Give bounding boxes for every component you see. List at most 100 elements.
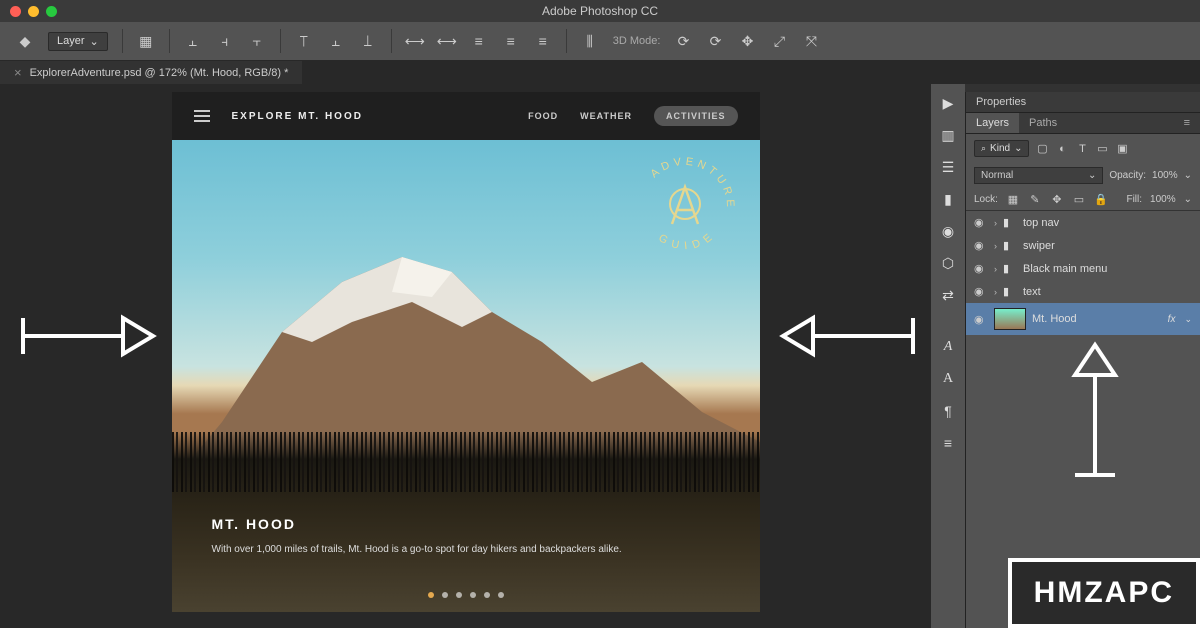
- layer-name[interactable]: swiper: [1023, 240, 1055, 252]
- layer-name[interactable]: top nav: [1023, 217, 1059, 229]
- character-icon[interactable]: A: [937, 336, 959, 358]
- hero-title: MT. HOOD: [212, 516, 720, 532]
- nav-activities[interactable]: ACTIVITIES: [654, 106, 738, 126]
- chevron-down-icon[interactable]: ⌄: [1184, 314, 1192, 325]
- auto-select-icon[interactable]: ◆: [16, 32, 34, 50]
- distribute-v-icon[interactable]: ⟷: [438, 32, 456, 50]
- align-right-icon[interactable]: ⫟: [248, 32, 266, 50]
- scale-3d-icon[interactable]: ⤧: [802, 32, 820, 50]
- distribute-h-icon[interactable]: ⟷: [406, 32, 424, 50]
- dot[interactable]: [428, 592, 434, 598]
- hamburger-icon[interactable]: [194, 110, 210, 122]
- panel-menu-icon[interactable]: ≡: [1174, 113, 1200, 133]
- adjustments-icon[interactable]: ⇄: [937, 284, 959, 306]
- chevron-down-icon: ⌄: [1184, 194, 1192, 205]
- libraries-icon[interactable]: ◉: [937, 220, 959, 242]
- paths-tab[interactable]: Paths: [1019, 113, 1067, 133]
- lock-all-icon[interactable]: 🔒: [1094, 192, 1108, 206]
- chevron-right-icon[interactable]: ›: [994, 264, 997, 274]
- close-window-button[interactable]: [10, 6, 21, 17]
- align-left-icon[interactable]: ⫠: [184, 32, 202, 50]
- chevron-right-icon[interactable]: ›: [994, 241, 997, 251]
- close-tab-icon[interactable]: ×: [14, 65, 22, 80]
- lock-artboard-icon[interactable]: ▭: [1072, 192, 1086, 206]
- distribute-icon[interactable]: ≡: [470, 32, 488, 50]
- pan-3d-icon[interactable]: ✥: [738, 32, 756, 50]
- align-center-v-icon[interactable]: ⫠: [327, 32, 345, 50]
- filter-adjust-icon[interactable]: ◐: [1055, 142, 1069, 156]
- target-select[interactable]: Layer ⌄: [48, 32, 108, 51]
- lock-position-icon[interactable]: ✥: [1050, 192, 1064, 206]
- align-top-icon[interactable]: ⟙: [295, 32, 313, 50]
- layer-thumbnail[interactable]: [994, 308, 1026, 330]
- play-icon[interactable]: ▶: [937, 92, 959, 114]
- histogram-icon[interactable]: ▥: [937, 124, 959, 146]
- lock-transparency-icon[interactable]: ▦: [1006, 192, 1020, 206]
- fill-value[interactable]: 100%: [1150, 194, 1176, 205]
- transform-controls-icon[interactable]: ▦: [137, 32, 155, 50]
- dot[interactable]: [442, 592, 448, 598]
- blend-mode-select[interactable]: Normal ⌄: [974, 167, 1103, 184]
- dot[interactable]: [484, 592, 490, 598]
- layers-tab[interactable]: Layers: [966, 113, 1019, 133]
- orbit-3d-icon[interactable]: ⟳: [674, 32, 692, 50]
- chevron-right-icon[interactable]: ›: [994, 218, 997, 228]
- lock-paint-icon[interactable]: ✎: [1028, 192, 1042, 206]
- distribute-icon[interactable]: ≡: [502, 32, 520, 50]
- visibility-icon[interactable]: ◉: [974, 262, 988, 275]
- separator: [122, 29, 123, 53]
- layer-name[interactable]: Mt. Hood: [1032, 313, 1077, 325]
- align-center-h-icon[interactable]: ⫞: [216, 32, 234, 50]
- layer-filter-row: ⌕ Kind ⌄ ▢ ◐ T ▭ ▣: [966, 134, 1200, 163]
- distribute-spacing-icon[interactable]: ⫼: [581, 32, 599, 50]
- distribute-icon[interactable]: ≡: [534, 32, 552, 50]
- opacity-value[interactable]: 100%: [1152, 170, 1178, 181]
- paragraph-icon[interactable]: ¶: [937, 400, 959, 422]
- canvas[interactable]: EXPLORE MT. HOOD FOOD WEATHER ACTIVITIES: [172, 92, 760, 612]
- visibility-icon[interactable]: ◉: [974, 216, 988, 229]
- dot[interactable]: [456, 592, 462, 598]
- separator: [391, 29, 392, 53]
- filter-type-icon[interactable]: T: [1075, 142, 1089, 156]
- carousel-dots[interactable]: [428, 592, 504, 598]
- layer-name[interactable]: Black main menu: [1023, 263, 1107, 275]
- slide-3d-icon[interactable]: ⤢: [770, 32, 788, 50]
- blend-mode-row: Normal ⌄ Opacity: 100% ⌄: [966, 163, 1200, 188]
- swatches-icon[interactable]: ☰: [937, 156, 959, 178]
- nav-weather[interactable]: WEATHER: [580, 111, 632, 121]
- watermark: HMZAPC: [1008, 558, 1200, 628]
- filter-pixel-icon[interactable]: ▢: [1035, 142, 1049, 156]
- properties-panel-header[interactable]: Properties: [966, 92, 1200, 113]
- roll-3d-icon[interactable]: ⟳: [706, 32, 724, 50]
- panel-tabs: Layers Paths ≡: [966, 113, 1200, 134]
- chevron-down-icon: ⌄: [90, 35, 99, 48]
- visibility-icon[interactable]: ◉: [974, 285, 988, 298]
- visibility-icon[interactable]: ◉: [974, 239, 988, 252]
- maximize-window-button[interactable]: [46, 6, 57, 17]
- character-alt-icon[interactable]: A: [937, 368, 959, 390]
- layer-name[interactable]: text: [1023, 286, 1041, 298]
- filter-shape-icon[interactable]: ▭: [1095, 142, 1109, 156]
- align-bottom-icon[interactable]: ⟘: [359, 32, 377, 50]
- brush-icon[interactable]: ▮: [937, 188, 959, 210]
- glyphs-icon[interactable]: ≡: [937, 432, 959, 454]
- canvas-area[interactable]: EXPLORE MT. HOOD FOOD WEATHER ACTIVITIES: [0, 84, 931, 628]
- visibility-icon[interactable]: ◉: [974, 313, 988, 326]
- dot[interactable]: [470, 592, 476, 598]
- document-tab[interactable]: × ExplorerAdventure.psd @ 172% (Mt. Hood…: [0, 61, 302, 84]
- layer-row-selected[interactable]: ◉ Mt. Hood fx ⌄: [966, 303, 1200, 335]
- minimize-window-button[interactable]: [28, 6, 39, 17]
- layer-row[interactable]: ◉ › ▮ text: [966, 280, 1200, 303]
- layer-row[interactable]: ◉ › ▮ top nav: [966, 211, 1200, 234]
- filter-smart-icon[interactable]: ▣: [1115, 142, 1129, 156]
- kind-filter[interactable]: ⌕ Kind ⌄: [974, 140, 1029, 157]
- dot[interactable]: [498, 592, 504, 598]
- fx-badge[interactable]: fx: [1168, 314, 1176, 325]
- layer-row[interactable]: ◉ › ▮ Black main menu: [966, 257, 1200, 280]
- panel-dock: ▶ ▥ ☰ ▮ ◉ ⬡ ⇄ A A ¶ ≡: [931, 84, 965, 628]
- cube-3d-icon[interactable]: ⬡: [937, 252, 959, 274]
- layer-row[interactable]: ◉ › ▮ swiper: [966, 234, 1200, 257]
- nav-food[interactable]: FOOD: [528, 111, 558, 121]
- target-select-label: Layer: [57, 35, 85, 47]
- chevron-right-icon[interactable]: ›: [994, 287, 997, 297]
